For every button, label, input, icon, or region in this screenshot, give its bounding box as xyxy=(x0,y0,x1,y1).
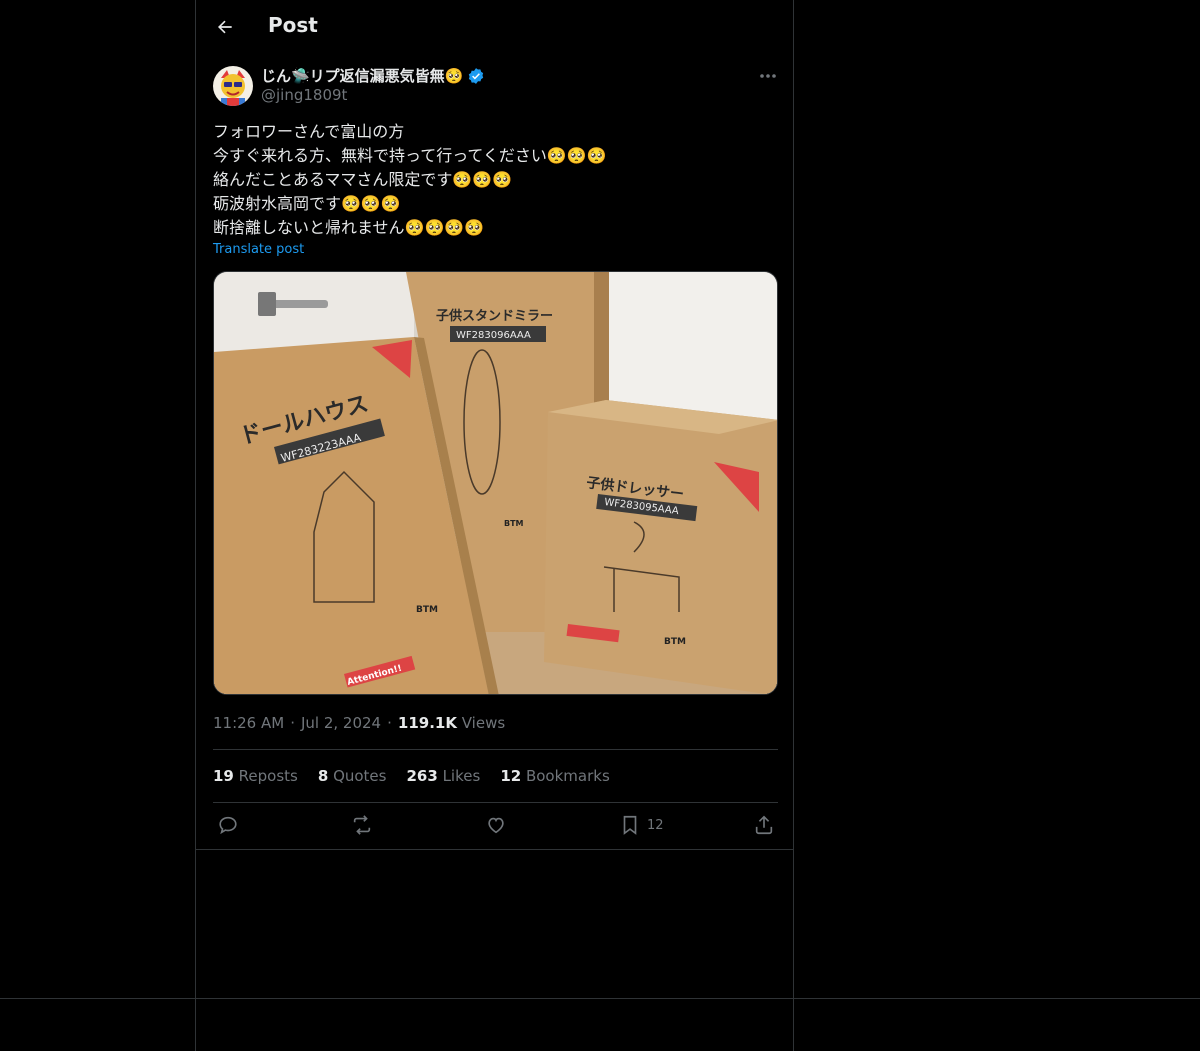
reposts-stat[interactable]: 19 Reposts xyxy=(213,767,298,785)
heart-icon xyxy=(488,817,504,834)
top-bar: Post xyxy=(196,0,793,53)
share-button[interactable] xyxy=(753,814,775,836)
post-line: 今すぐ来れる方、無料で持って行ってください🥺🥺🥺 xyxy=(213,146,607,165)
reply-icon xyxy=(219,816,237,835)
avatar-image xyxy=(213,66,253,106)
more-options-button[interactable] xyxy=(758,66,778,86)
post-text: フォロワーさんで富山の方 今すぐ来れる方、無料で持って行ってください🥺🥺🥺 絡ん… xyxy=(213,120,607,240)
engagement-stats: 19 Reposts 8 Quotes 263 Likes 12 Bookmar… xyxy=(213,767,610,785)
repost-icon xyxy=(353,815,371,835)
photo-image: 子供スタンドミラー WF283096AAA BTM ドールハウス WF28322… xyxy=(214,272,777,694)
page-title: Post xyxy=(268,13,318,37)
box1-brand: BTM xyxy=(416,605,438,615)
views-count: 119.1K xyxy=(397,714,457,732)
arrow-left-icon xyxy=(218,20,232,34)
post-meta: 11:26 AM · Jul 2, 2024 · 119.1K Views xyxy=(213,714,505,732)
more-dots-icon xyxy=(760,74,776,78)
post-line: 絡んだことあるママさん限定です🥺🥺🥺 xyxy=(213,170,513,189)
box2-brand: BTM xyxy=(504,519,524,528)
post-date[interactable]: Jul 2, 2024 xyxy=(301,714,381,732)
action-bar: 12 xyxy=(213,812,778,842)
bookmark-icon xyxy=(623,815,637,835)
likes-stat[interactable]: 263 Likes xyxy=(406,767,480,785)
post-photo[interactable]: 子供スタンドミラー WF283096AAA BTM ドールハウス WF28322… xyxy=(213,271,778,695)
divider xyxy=(213,802,778,803)
bookmark-button[interactable]: 12 xyxy=(619,814,664,836)
quotes-stat[interactable]: 8 Quotes xyxy=(318,767,387,785)
box3-brand: BTM xyxy=(664,637,686,647)
divider xyxy=(196,849,793,850)
views-label: Views xyxy=(461,714,506,732)
post-time[interactable]: 11:26 AM xyxy=(213,714,284,732)
bookmark-count: 12 xyxy=(647,817,664,833)
back-button[interactable] xyxy=(212,14,238,40)
box2-title: 子供スタンドミラー xyxy=(436,308,553,324)
repost-button[interactable] xyxy=(351,814,373,836)
meta-separator: · xyxy=(387,714,392,732)
bookmarks-stat[interactable]: 12 Bookmarks xyxy=(500,767,609,785)
avatar[interactable] xyxy=(213,66,253,106)
author-handle[interactable]: @jing1809t xyxy=(261,86,347,104)
share-icon xyxy=(755,815,773,835)
post-column: Post じん🛸リプ返信漏悪気皆無🥺 @jing1809t フォロワーさんで富山… xyxy=(195,0,794,1051)
author-row: じん🛸リプ返信漏悪気皆無🥺 xyxy=(261,65,485,86)
verified-badge-icon xyxy=(469,67,484,84)
box2-code: WF283096AAA xyxy=(456,330,531,341)
post-line: フォロワーさんで富山の方 xyxy=(213,122,405,141)
author-name[interactable]: じん🛸リプ返信漏悪気皆無🥺 xyxy=(261,65,463,86)
reply-button[interactable] xyxy=(217,814,239,836)
like-button[interactable] xyxy=(485,814,507,836)
translate-post-link[interactable]: Translate post xyxy=(213,242,304,257)
meta-separator: · xyxy=(290,714,295,732)
divider xyxy=(213,749,778,750)
post-line: 断捨離しないと帰れません🥺🥺🥺🥺 xyxy=(213,218,485,237)
post-line: 砺波射水高岡です🥺🥺🥺 xyxy=(213,194,401,213)
